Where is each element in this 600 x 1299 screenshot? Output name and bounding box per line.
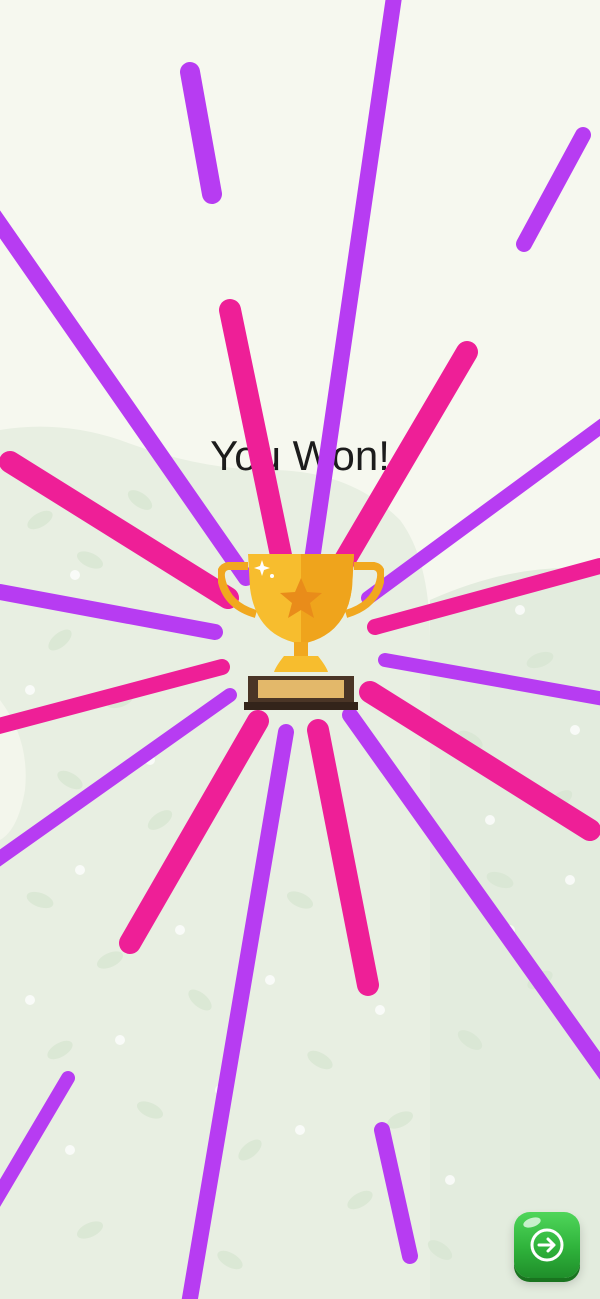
arrow-right-icon	[530, 1228, 564, 1262]
victory-screen: You Won!	[0, 0, 600, 1299]
next-button[interactable]	[514, 1212, 580, 1278]
trophy-icon	[218, 554, 384, 710]
